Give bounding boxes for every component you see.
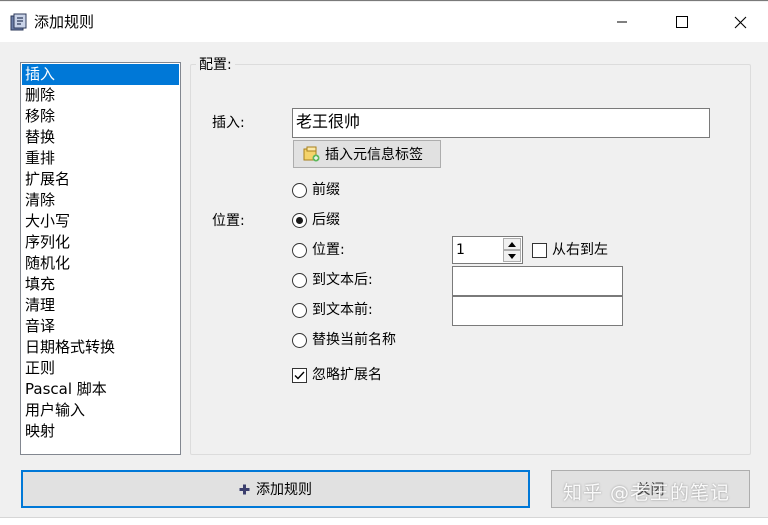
plus-icon bbox=[239, 484, 250, 494]
insert-text-field[interactable]: 老王很帅 bbox=[292, 108, 710, 138]
title-bar[interactable]: 添加规则 bbox=[0, 2, 768, 42]
right-to-left-label: 从右到左 bbox=[552, 242, 608, 258]
radio-suffix-label: 后缀 bbox=[312, 212, 340, 228]
rule-list-item[interactable]: 删除 bbox=[22, 85, 179, 106]
spinner-down-icon bbox=[508, 253, 516, 259]
ignore-extension-box bbox=[292, 367, 307, 383]
rule-list-item[interactable]: 填充 bbox=[22, 274, 179, 295]
add-rule-button[interactable]: 添加规则 bbox=[21, 470, 530, 508]
maximize-button[interactable] bbox=[653, 2, 711, 42]
app-icon bbox=[10, 13, 27, 31]
rule-list-item[interactable]: 清除 bbox=[22, 190, 179, 211]
ignore-extension-label: 忽略扩展名 bbox=[312, 367, 382, 383]
spinner-up-button[interactable] bbox=[503, 238, 521, 250]
position-spinner[interactable]: 1 bbox=[452, 236, 523, 264]
rule-list-item[interactable]: 日期格式转换 bbox=[22, 337, 179, 358]
rule-list-item[interactable]: 序列化 bbox=[22, 232, 179, 253]
insert-meta-tag-button[interactable]: 插入元信息标签 bbox=[293, 140, 441, 168]
rule-list-item[interactable]: 正则 bbox=[22, 358, 179, 379]
rule-list-item[interactable]: 大小写 bbox=[22, 211, 179, 232]
rule-list-item[interactable]: 替换 bbox=[22, 127, 179, 148]
add-rule-label: 添加规则 bbox=[256, 482, 312, 498]
rule-list-item[interactable]: Pascal 脚本 bbox=[22, 379, 179, 400]
insert-label: 插入: bbox=[212, 115, 245, 131]
radio-prefix-circle bbox=[292, 182, 307, 198]
rule-list-item[interactable]: 随机化 bbox=[22, 253, 179, 274]
rule-list-item[interactable]: 扩展名 bbox=[22, 169, 179, 190]
radio-before-text-circle bbox=[292, 302, 307, 318]
radio-after-text-label: 到文本后: bbox=[312, 272, 373, 288]
radio-position-label: 位置: bbox=[312, 242, 345, 258]
right-to-left-box bbox=[532, 242, 547, 258]
bottom-edge bbox=[0, 517, 768, 525]
window-title: 添加规则 bbox=[34, 13, 95, 31]
radio-before-text[interactable]: 到文本前: bbox=[292, 300, 373, 320]
rule-list-item[interactable]: 映射 bbox=[22, 421, 179, 442]
radio-suffix[interactable]: 后缀 bbox=[292, 210, 340, 230]
check-icon bbox=[294, 371, 305, 380]
radio-suffix-circle bbox=[292, 212, 307, 228]
rule-list-item[interactable]: 插入 bbox=[22, 64, 179, 85]
radio-before-text-label: 到文本前: bbox=[312, 302, 373, 318]
insert-meta-tag-label: 插入元信息标签 bbox=[325, 147, 423, 163]
rule-list-item[interactable]: 音译 bbox=[22, 316, 179, 337]
rule-type-list[interactable]: 插入 删除 移除 替换 重排 扩展名 清除 大小写 序列化 随机化 填充 清理 音译 日期格式转换 正则 Pa… bbox=[20, 62, 181, 455]
minimize-button[interactable] bbox=[593, 2, 651, 42]
before-text-field[interactable] bbox=[452, 296, 623, 326]
spinner-up-icon bbox=[508, 241, 516, 247]
radio-prefix-label: 前缀 bbox=[312, 182, 340, 198]
radio-prefix[interactable]: 前缀 bbox=[292, 180, 340, 200]
rule-list-item[interactable]: 清理 bbox=[22, 295, 179, 316]
rule-list-item[interactable]: 移除 bbox=[22, 106, 179, 127]
watermark: 知乎 @老王的笔记 bbox=[563, 482, 731, 504]
close-icon bbox=[734, 16, 746, 28]
after-text-field[interactable] bbox=[452, 266, 623, 296]
radio-after-text[interactable]: 到文本后: bbox=[292, 270, 373, 290]
meta-tag-icon bbox=[303, 146, 320, 162]
radio-replace-name-circle bbox=[292, 332, 307, 348]
add-rule-dialog: 添加规则 插入 删除 移除 替换 重排 扩展名 清除 大小写 序列化 随机化 填充 清理 音译 日期格式转… bbox=[0, 0, 768, 525]
minimize-icon bbox=[617, 21, 627, 23]
rule-list-item[interactable]: 用户输入 bbox=[22, 400, 179, 421]
spinner-down-button[interactable] bbox=[503, 250, 521, 262]
close-window-button[interactable] bbox=[711, 2, 768, 42]
radio-replace-name[interactable]: 替换当前名称 bbox=[292, 330, 396, 350]
config-group-title: 配置: bbox=[196, 56, 235, 74]
radio-position[interactable]: 位置: bbox=[292, 240, 345, 260]
radio-replace-name-label: 替换当前名称 bbox=[312, 332, 396, 348]
position-label: 位置: bbox=[212, 213, 245, 229]
radio-position-circle bbox=[292, 242, 307, 258]
right-to-left-checkbox[interactable]: 从右到左 bbox=[532, 240, 608, 260]
maximize-icon bbox=[676, 16, 688, 28]
position-spinner-value[interactable]: 1 bbox=[456, 240, 465, 260]
radio-after-text-circle bbox=[292, 272, 307, 288]
ignore-extension-checkbox[interactable]: 忽略扩展名 bbox=[292, 365, 382, 385]
rule-list-item[interactable]: 重排 bbox=[22, 148, 179, 169]
